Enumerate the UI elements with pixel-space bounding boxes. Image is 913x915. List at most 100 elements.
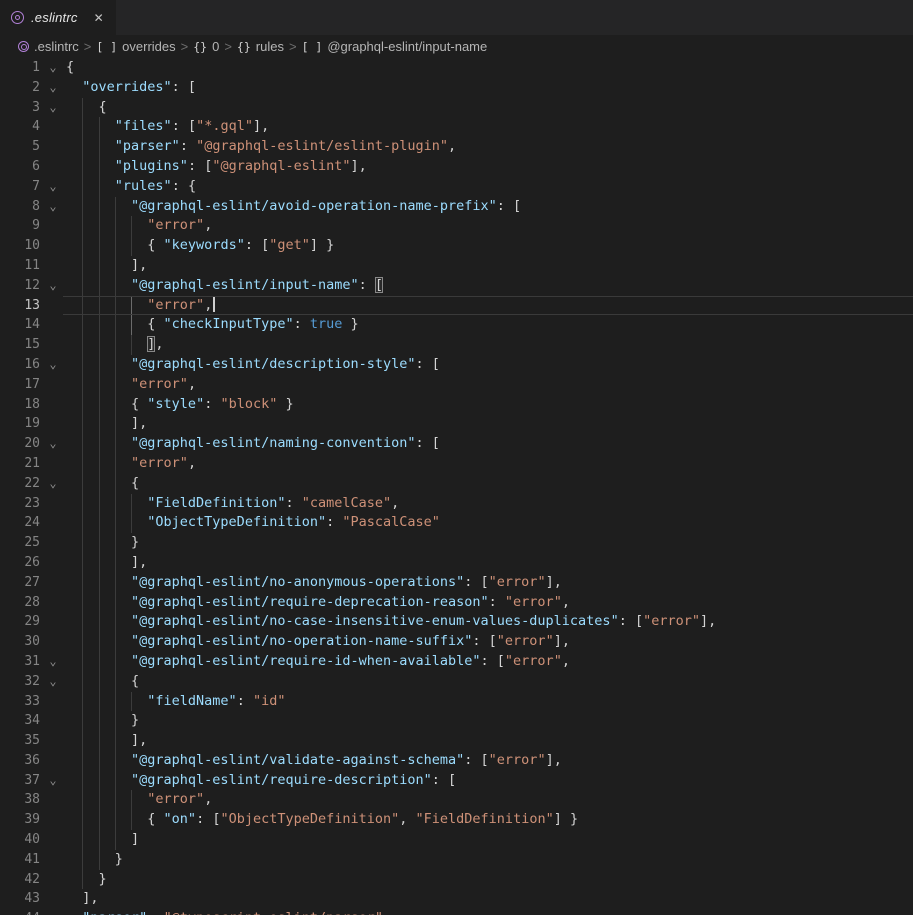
code-line[interactable]: 38 "error", xyxy=(0,790,913,810)
code-line[interactable]: 40 ] xyxy=(0,830,913,850)
line-number[interactable]: 12 xyxy=(0,276,40,296)
line-number[interactable]: 38 xyxy=(0,790,40,810)
fold-chevron-icon[interactable]: ⌄ xyxy=(40,434,66,454)
breadcrumb-item[interactable]: .eslintrc xyxy=(18,39,79,54)
fold-chevron-icon[interactable] xyxy=(40,573,66,593)
fold-chevron-icon[interactable] xyxy=(40,810,66,830)
line-number[interactable]: 3 xyxy=(0,98,40,118)
editor[interactable]: 1⌄{2⌄ "overrides": [3⌄ {4 "files": ["*.g… xyxy=(0,58,913,915)
code-line[interactable]: 2⌄ "overrides": [ xyxy=(0,78,913,98)
fold-chevron-icon[interactable]: ⌄ xyxy=(40,771,66,791)
code-line[interactable]: 17 "error", xyxy=(0,375,913,395)
code-line[interactable]: 8⌄ "@graphql-eslint/avoid-operation-name… xyxy=(0,197,913,217)
fold-chevron-icon[interactable] xyxy=(40,513,66,533)
code-line[interactable]: 41 } xyxy=(0,850,913,870)
code-line[interactable]: 27 "@graphql-eslint/no-anonymous-operati… xyxy=(0,573,913,593)
line-number[interactable]: 33 xyxy=(0,692,40,712)
line-number[interactable]: 41 xyxy=(0,850,40,870)
line-number[interactable]: 26 xyxy=(0,553,40,573)
code-line[interactable]: 10 { "keywords": ["get"] } xyxy=(0,236,913,256)
fold-chevron-icon[interactable]: ⌄ xyxy=(40,355,66,375)
line-number[interactable]: 10 xyxy=(0,236,40,256)
fold-chevron-icon[interactable]: ⌄ xyxy=(40,78,66,98)
fold-chevron-icon[interactable] xyxy=(40,850,66,870)
fold-chevron-icon[interactable] xyxy=(40,553,66,573)
code-line[interactable]: 7⌄ "rules": { xyxy=(0,177,913,197)
code-line[interactable]: 12⌄ "@graphql-eslint/input-name": [ xyxy=(0,276,913,296)
breadcrumb-item[interactable]: {}rules xyxy=(237,39,284,54)
line-number[interactable]: 23 xyxy=(0,494,40,514)
line-number[interactable]: 7 xyxy=(0,177,40,197)
fold-chevron-icon[interactable] xyxy=(40,909,66,915)
code-line[interactable]: 34 } xyxy=(0,711,913,731)
fold-chevron-icon[interactable] xyxy=(40,790,66,810)
fold-chevron-icon[interactable] xyxy=(40,889,66,909)
line-number[interactable]: 30 xyxy=(0,632,40,652)
code-line[interactable]: 19 ], xyxy=(0,414,913,434)
line-number[interactable]: 6 xyxy=(0,157,40,177)
fold-chevron-icon[interactable]: ⌄ xyxy=(40,197,66,217)
code-line[interactable]: 35 ], xyxy=(0,731,913,751)
line-number[interactable]: 20 xyxy=(0,434,40,454)
fold-chevron-icon[interactable]: ⌄ xyxy=(40,276,66,296)
line-number[interactable]: 34 xyxy=(0,711,40,731)
code-line[interactable]: 42 } xyxy=(0,870,913,890)
fold-chevron-icon[interactable] xyxy=(40,117,66,137)
line-number[interactable]: 11 xyxy=(0,256,40,276)
line-number[interactable]: 17 xyxy=(0,375,40,395)
close-icon[interactable]: ✕ xyxy=(94,11,104,25)
code-line[interactable]: 16⌄ "@graphql-eslint/description-style":… xyxy=(0,355,913,375)
fold-chevron-icon[interactable]: ⌄ xyxy=(40,58,66,78)
line-number[interactable]: 25 xyxy=(0,533,40,553)
line-number[interactable]: 18 xyxy=(0,395,40,415)
fold-chevron-icon[interactable] xyxy=(40,296,66,316)
fold-chevron-icon[interactable] xyxy=(40,751,66,771)
fold-chevron-icon[interactable] xyxy=(40,494,66,514)
fold-chevron-icon[interactable] xyxy=(40,692,66,712)
fold-chevron-icon[interactable] xyxy=(40,632,66,652)
fold-chevron-icon[interactable] xyxy=(40,533,66,553)
line-number[interactable]: 31 xyxy=(0,652,40,672)
code-line[interactable]: 32⌄ { xyxy=(0,672,913,692)
line-number[interactable]: 42 xyxy=(0,870,40,890)
line-number[interactable]: 24 xyxy=(0,513,40,533)
code-line[interactable]: 14 { "checkInputType": true } xyxy=(0,315,913,335)
line-number[interactable]: 16 xyxy=(0,355,40,375)
line-number[interactable]: 5 xyxy=(0,137,40,157)
line-number[interactable]: 9 xyxy=(0,216,40,236)
fold-chevron-icon[interactable] xyxy=(40,414,66,434)
code-line[interactable]: 28 "@graphql-eslint/require-deprecation-… xyxy=(0,593,913,613)
line-number[interactable]: 27 xyxy=(0,573,40,593)
line-number[interactable]: 21 xyxy=(0,454,40,474)
fold-chevron-icon[interactable] xyxy=(40,870,66,890)
code-line[interactable]: 36 "@graphql-eslint/validate-against-sch… xyxy=(0,751,913,771)
code-line[interactable]: 26 ], xyxy=(0,553,913,573)
code-line[interactable]: 37⌄ "@graphql-eslint/require-description… xyxy=(0,771,913,791)
line-number[interactable]: 8 xyxy=(0,197,40,217)
fold-chevron-icon[interactable] xyxy=(40,236,66,256)
fold-chevron-icon[interactable] xyxy=(40,137,66,157)
line-number[interactable]: 13 xyxy=(0,296,40,316)
code-line[interactable]: 20⌄ "@graphql-eslint/naming-convention":… xyxy=(0,434,913,454)
fold-chevron-icon[interactable]: ⌄ xyxy=(40,98,66,118)
code-line[interactable]: 6 "plugins": ["@graphql-eslint"], xyxy=(0,157,913,177)
line-number[interactable]: 35 xyxy=(0,731,40,751)
line-number[interactable]: 15 xyxy=(0,335,40,355)
fold-chevron-icon[interactable] xyxy=(40,335,66,355)
code-line[interactable]: 30 "@graphql-eslint/no-operation-name-su… xyxy=(0,632,913,652)
code-line[interactable]: 31⌄ "@graphql-eslint/require-id-when-ava… xyxy=(0,652,913,672)
fold-chevron-icon[interactable] xyxy=(40,157,66,177)
line-number[interactable]: 29 xyxy=(0,612,40,632)
code-line[interactable]: 4 "files": ["*.gql"], xyxy=(0,117,913,137)
fold-chevron-icon[interactable] xyxy=(40,731,66,751)
code-line[interactable]: 1⌄{ xyxy=(0,58,913,78)
line-number[interactable]: 36 xyxy=(0,751,40,771)
code-line[interactable]: 9 "error", xyxy=(0,216,913,236)
fold-chevron-icon[interactable] xyxy=(40,375,66,395)
line-number[interactable]: 43 xyxy=(0,889,40,909)
line-number[interactable]: 28 xyxy=(0,593,40,613)
code-line[interactable]: 43 ], xyxy=(0,889,913,909)
line-number[interactable]: 39 xyxy=(0,810,40,830)
code-line[interactable]: 11 ], xyxy=(0,256,913,276)
code-line[interactable]: 24 "ObjectTypeDefinition": "PascalCase" xyxy=(0,513,913,533)
